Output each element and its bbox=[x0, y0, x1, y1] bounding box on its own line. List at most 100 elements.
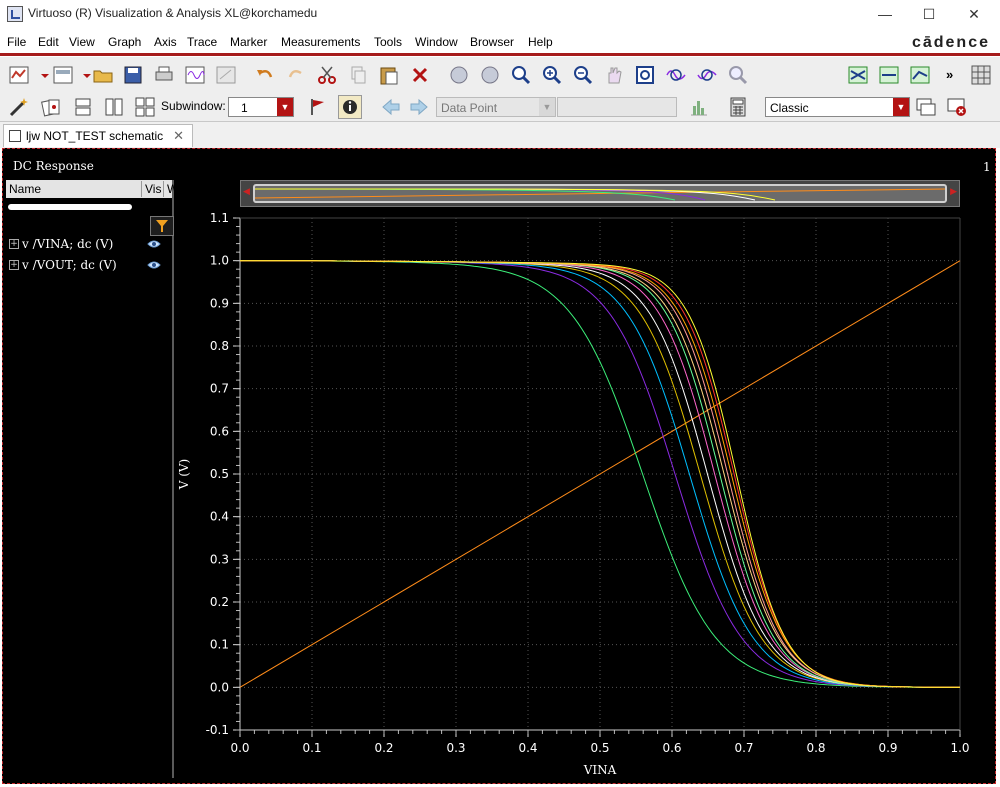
pencil-icon bbox=[9, 130, 21, 142]
open-folder-icon[interactable] bbox=[92, 64, 114, 86]
menu-tools[interactable]: Tools bbox=[374, 35, 402, 49]
print-icon[interactable] bbox=[153, 64, 175, 86]
grid-toggle-icon[interactable] bbox=[970, 64, 992, 86]
window-title: Virtuoso (R) Visualization & Analysis XL… bbox=[28, 6, 318, 20]
redo-icon[interactable] bbox=[285, 64, 307, 86]
x-tick-label: 0.7 bbox=[734, 741, 753, 755]
menu-help[interactable]: Help bbox=[528, 35, 553, 49]
close-button[interactable]: ✕ bbox=[961, 4, 987, 24]
subwindow-select-value: 1 bbox=[241, 101, 248, 115]
tab-close-icon[interactable]: ✕ bbox=[173, 125, 184, 147]
new-window-icon[interactable] bbox=[8, 64, 30, 86]
copy-icon[interactable] bbox=[347, 64, 369, 86]
cut-icon[interactable] bbox=[316, 64, 338, 86]
overview-strip[interactable]: ◀ ▶ bbox=[240, 180, 960, 207]
zoom-in-icon[interactable] bbox=[541, 64, 563, 86]
tab-schematic[interactable]: ljw NOT_TEST schematic ✕ bbox=[3, 124, 193, 147]
y-tick-label: 0.8 bbox=[210, 339, 229, 353]
marker-value-input[interactable] bbox=[557, 97, 677, 117]
y-tick-label: 0.7 bbox=[210, 382, 229, 396]
menu-measurements[interactable]: Measurements bbox=[281, 35, 360, 49]
eye-icon[interactable] bbox=[147, 239, 161, 249]
delete-icon[interactable] bbox=[409, 64, 431, 86]
subwindow-label: Subwindow: bbox=[161, 99, 226, 113]
menu-trace[interactable]: Trace bbox=[187, 35, 217, 49]
toolbar-overflow-icon[interactable]: » bbox=[946, 67, 953, 82]
next-arrow-icon[interactable] bbox=[408, 96, 430, 118]
zoom-icon[interactable] bbox=[510, 64, 532, 86]
eye-icon[interactable] bbox=[147, 260, 161, 270]
column-name[interactable]: Name bbox=[6, 181, 142, 197]
column-w[interactable]: W bbox=[164, 181, 178, 197]
magic-wand-icon[interactable] bbox=[8, 96, 30, 118]
plot-title: DC Response bbox=[13, 159, 94, 173]
side-layout-icon[interactable] bbox=[103, 96, 125, 118]
trace-item[interactable]: + v /VOUT; dc (V) bbox=[6, 258, 172, 276]
y-tick-label: 0.5 bbox=[210, 467, 229, 481]
undo-icon[interactable] bbox=[254, 64, 276, 86]
scroll-right-icon[interactable]: ▶ bbox=[950, 186, 957, 197]
paste-icon[interactable] bbox=[378, 64, 400, 86]
window-list-icon[interactable] bbox=[915, 96, 937, 118]
maximize-button[interactable]: ☐ bbox=[916, 4, 942, 24]
family-leaf-icon[interactable] bbox=[909, 64, 931, 86]
menu-marker[interactable]: Marker bbox=[230, 35, 267, 49]
flag-icon[interactable] bbox=[307, 96, 329, 118]
dc-response-plot[interactable]: 0.0 0.1 0.2 0.3 0.4 0.5 0.6 0.7 0.8 0.9 1.0 1.1 1.0 0… bbox=[170, 210, 980, 782]
y-tick-label: 0.1 bbox=[210, 638, 229, 652]
zoom-fit-icon[interactable] bbox=[448, 64, 470, 86]
x-tick-label: 0.0 bbox=[230, 741, 249, 755]
trace-search-input[interactable] bbox=[8, 204, 132, 210]
subwindow-dropdown-icon[interactable] bbox=[76, 64, 91, 86]
trace-item[interactable]: + v /VINA; dc (V) bbox=[6, 237, 172, 255]
x-tick-label: 1.0 bbox=[950, 741, 969, 755]
calculator-icon[interactable] bbox=[727, 96, 749, 118]
x-axis-label: VINA bbox=[583, 763, 617, 777]
menu-file[interactable]: File bbox=[7, 35, 26, 49]
minimize-button[interactable]: — bbox=[872, 4, 898, 24]
menu-graph[interactable]: Graph bbox=[108, 35, 141, 49]
cadence-logo: cādence bbox=[911, 34, 990, 51]
chevron-down-icon: ▼ bbox=[539, 98, 555, 116]
menu-axis[interactable]: Axis bbox=[154, 35, 177, 49]
expand-icon[interactable]: + bbox=[9, 239, 19, 249]
save-icon[interactable] bbox=[122, 64, 144, 86]
menu-browser[interactable]: Browser bbox=[470, 35, 514, 49]
expand-icon[interactable]: + bbox=[9, 260, 19, 270]
y-tick-label: 1.1 bbox=[210, 211, 229, 225]
x-tick-label: 0.4 bbox=[518, 741, 537, 755]
new-window-dropdown-icon[interactable] bbox=[34, 64, 49, 86]
overview-window[interactable] bbox=[253, 184, 947, 203]
column-vis[interactable]: Vis bbox=[142, 181, 164, 197]
zoom-reset-icon[interactable] bbox=[479, 64, 501, 86]
close-window-icon[interactable] bbox=[946, 96, 968, 118]
zoom-box-icon[interactable] bbox=[634, 64, 656, 86]
family-collapse-icon[interactable] bbox=[878, 64, 900, 86]
scroll-left-icon[interactable]: ◀ bbox=[243, 186, 250, 197]
subwindow-icon[interactable] bbox=[52, 64, 74, 86]
grid-layout-icon[interactable] bbox=[134, 96, 156, 118]
cards-icon[interactable] bbox=[40, 96, 62, 118]
menu-view[interactable]: View bbox=[69, 35, 95, 49]
style-select[interactable]: Classic ▼ bbox=[765, 97, 910, 117]
menu-edit[interactable]: Edit bbox=[38, 35, 59, 49]
family-expand-icon[interactable] bbox=[847, 64, 869, 86]
menu-window[interactable]: Window bbox=[415, 35, 458, 49]
chevron-down-icon: ▼ bbox=[893, 98, 909, 116]
x-zoom-icon[interactable] bbox=[665, 64, 687, 86]
histogram-icon[interactable] bbox=[688, 96, 710, 118]
pan-icon[interactable] bbox=[603, 64, 625, 86]
magnifier-icon[interactable] bbox=[727, 64, 749, 86]
prev-arrow-icon[interactable] bbox=[380, 96, 402, 118]
edit-waveform-icon[interactable] bbox=[215, 64, 237, 86]
secondary-toolbar: Subwindow: 1 ▼ Data Point ▼ Classic ▼ bbox=[0, 93, 1000, 122]
subwindow-select[interactable]: 1 ▼ bbox=[228, 97, 294, 117]
stack-layout-icon[interactable] bbox=[72, 96, 94, 118]
info-icon[interactable] bbox=[338, 95, 362, 119]
y-zoom-icon[interactable] bbox=[696, 64, 718, 86]
waveform-icon[interactable] bbox=[184, 64, 206, 86]
y-tick-label: 0.9 bbox=[210, 296, 229, 310]
marker-type-select[interactable]: Data Point ▼ bbox=[436, 97, 556, 117]
y-tick-label: 1.0 bbox=[210, 254, 229, 268]
zoom-out-icon[interactable] bbox=[572, 64, 594, 86]
